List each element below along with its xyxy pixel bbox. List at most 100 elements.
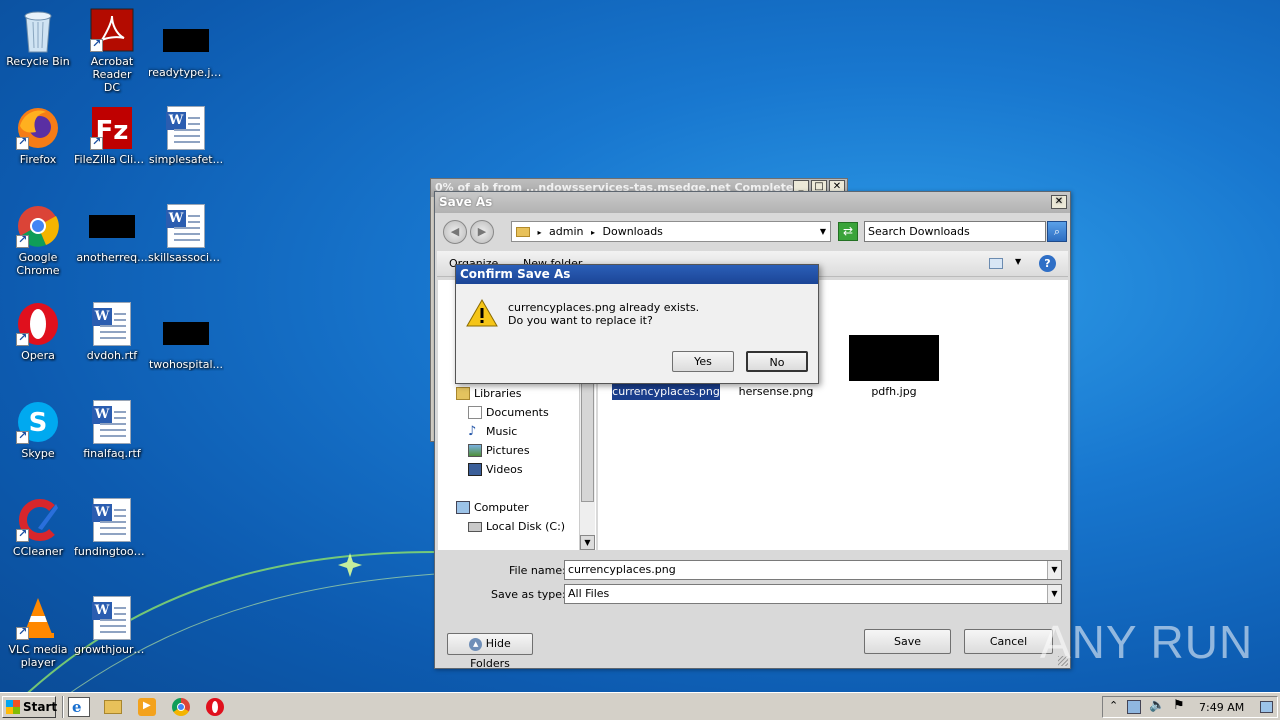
desktop-icon-recycle-bin[interactable]: Recycle Bin bbox=[0, 8, 76, 68]
window-title-bar[interactable]: Save As ✕ bbox=[435, 192, 1070, 213]
no-button[interactable]: No bbox=[746, 351, 808, 372]
desktop-icon-skillsassocia[interactable]: W skillsassocia... bbox=[148, 204, 224, 264]
desktop-icon-ccleaner[interactable]: CCleaner bbox=[0, 498, 76, 558]
shortcut-arrow-icon bbox=[16, 625, 29, 640]
desktop-icon-acrobat[interactable]: Acrobat Reader DC bbox=[74, 8, 150, 94]
documents-icon bbox=[468, 406, 482, 419]
show-hidden-icons-icon[interactable]: ⌃ bbox=[1109, 699, 1118, 712]
desktop-icon-label: growthjourn... bbox=[74, 643, 150, 656]
word-doc-icon: W bbox=[92, 596, 131, 640]
chevron-down-icon[interactable]: ▼ bbox=[1047, 585, 1061, 603]
search-input[interactable]: Search Downloads bbox=[864, 221, 1046, 242]
nav-libraries[interactable]: Libraries bbox=[456, 387, 522, 400]
internet-explorer-icon[interactable]: e bbox=[68, 697, 90, 717]
refresh-button[interactable]: ⇄ bbox=[838, 222, 858, 241]
nav-music[interactable]: ♪ Music bbox=[468, 425, 517, 438]
desktop-icon-finalfaq[interactable]: W finalfaq.rtf bbox=[74, 400, 150, 460]
chevron-down-icon[interactable]: ▼ bbox=[1015, 257, 1021, 266]
network-icon[interactable] bbox=[1127, 700, 1141, 714]
shortcut-arrow-icon bbox=[16, 331, 29, 346]
help-icon[interactable]: ? bbox=[1039, 255, 1056, 272]
save-as-type-label: Save as type: bbox=[491, 588, 566, 601]
desktop-icon-twohospital[interactable]: twohospital... bbox=[148, 302, 224, 371]
confirm-save-as-dialog: Confirm Save As currencyplaces.png alrea… bbox=[455, 264, 819, 384]
desktop-icon-dvdoh[interactable]: W dvdoh.rtf bbox=[74, 302, 150, 362]
desktop-icon-label: anotherreq... bbox=[76, 251, 148, 264]
desktop-icon-vlc[interactable]: VLC media player bbox=[0, 596, 76, 669]
desktop-icon-firefox[interactable]: Firefox bbox=[0, 106, 76, 166]
desktop-icon-chrome[interactable]: Google Chrome bbox=[0, 204, 76, 277]
show-desktop-icon[interactable] bbox=[1260, 701, 1273, 713]
volume-icon[interactable]: 🔈 bbox=[1149, 698, 1165, 713]
arrow-right-icon: ▶ bbox=[477, 225, 487, 238]
media-player-icon[interactable]: ▶ bbox=[138, 698, 156, 716]
refresh-icon: ⇄ bbox=[842, 224, 854, 238]
desktop-icon-opera[interactable]: Opera bbox=[0, 302, 76, 362]
nav-documents[interactable]: Documents bbox=[468, 406, 549, 419]
shortcut-arrow-icon bbox=[16, 429, 29, 444]
save-button[interactable]: Save bbox=[864, 629, 951, 654]
nav-local-disk[interactable]: Local Disk (C:) bbox=[468, 520, 565, 533]
view-icon[interactable] bbox=[989, 258, 1003, 269]
search-icon: ⌕ bbox=[1053, 225, 1061, 238]
file-name-field[interactable]: currencyplaces.png ▼ bbox=[564, 560, 1062, 580]
desktop-icon-label: finalfaq.rtf bbox=[83, 447, 141, 460]
desktop-icon-filezilla[interactable]: Fz FileZilla Client bbox=[74, 106, 150, 166]
music-icon: ♪ bbox=[468, 424, 477, 439]
file-thumbnail bbox=[849, 335, 939, 381]
desktop-icon-fundingtook[interactable]: W fundingtook... bbox=[74, 498, 150, 558]
word-doc-icon: W bbox=[92, 302, 131, 346]
nav-videos[interactable]: Videos bbox=[468, 463, 523, 476]
anyrun-watermark: ANY RUN bbox=[1040, 612, 1253, 672]
chevron-down-icon[interactable]: ▼ bbox=[1047, 561, 1061, 579]
breadcrumb-admin[interactable]: admin bbox=[549, 225, 583, 238]
nav-label: Documents bbox=[486, 406, 549, 419]
desktop-icon-anotherreq[interactable]: anotherreq... bbox=[74, 204, 150, 264]
scroll-down-button[interactable]: ▼ bbox=[580, 535, 595, 550]
hide-folders-button[interactable]: ▲ Hide Folders bbox=[447, 633, 533, 670]
file-name: hersense.png bbox=[738, 385, 814, 398]
address-bar[interactable]: ▸ admin ▸ Downloads ▼ bbox=[511, 221, 831, 242]
word-doc-icon: W bbox=[92, 498, 131, 542]
window-title-bar[interactable]: Confirm Save As bbox=[456, 265, 818, 284]
search-placeholder: Search Downloads bbox=[868, 225, 970, 238]
arrow-left-icon: ◀ bbox=[450, 225, 460, 238]
desktop-icon-label: skillsassocia... bbox=[148, 251, 224, 264]
desktop-icon-label: Acrobat Reader DC bbox=[90, 55, 134, 94]
desktop-icon-label: Skype bbox=[21, 447, 55, 460]
clock[interactable]: 7:49 AM bbox=[1199, 701, 1244, 714]
start-label: Start bbox=[23, 700, 58, 714]
chrome-taskbar-icon[interactable] bbox=[172, 698, 190, 716]
start-button[interactable]: Start bbox=[2, 696, 58, 718]
nav-pictures[interactable]: Pictures bbox=[468, 444, 530, 457]
desktop-icon-label: Google Chrome bbox=[16, 251, 60, 277]
breadcrumb-downloads[interactable]: Downloads bbox=[603, 225, 663, 238]
shortcut-arrow-icon bbox=[90, 135, 103, 150]
file-explorer-icon[interactable] bbox=[104, 700, 122, 714]
back-button[interactable]: ◀ bbox=[443, 220, 467, 244]
chevron-down-icon[interactable]: ▼ bbox=[820, 222, 826, 241]
desktop-icon-label: Recycle Bin bbox=[6, 55, 70, 68]
nav-label: Videos bbox=[486, 463, 523, 476]
system-tray: ⌃ 🔈 ⚑ 7:49 AM bbox=[1102, 696, 1278, 718]
forward-button[interactable]: ▶ bbox=[470, 220, 494, 244]
desktop-icon-label: readytype.jpg bbox=[148, 66, 224, 79]
desktop-icon-label: simplesafet... bbox=[148, 153, 224, 166]
message-line-2: Do you want to replace it? bbox=[508, 314, 653, 327]
save-as-type-select[interactable]: All Files ▼ bbox=[564, 584, 1062, 604]
opera-taskbar-icon[interactable] bbox=[206, 698, 224, 716]
desktop-icon-skype[interactable]: S Skype bbox=[0, 400, 76, 460]
desktop-icon-simplesafet[interactable]: W simplesafet... bbox=[148, 106, 224, 166]
file-item[interactable]: pdfh.jpg bbox=[844, 335, 944, 399]
desktop-icon-label: Opera bbox=[21, 349, 55, 362]
nav-computer[interactable]: Computer bbox=[456, 501, 529, 514]
close-button[interactable]: ✕ bbox=[1051, 195, 1067, 209]
search-button[interactable]: ⌕ bbox=[1047, 221, 1067, 242]
word-doc-icon: W bbox=[92, 400, 131, 444]
desktop-icon-readytype[interactable]: readytype.jpg bbox=[148, 8, 224, 79]
desktop-icon-growthjourn[interactable]: W growthjourn... bbox=[74, 596, 150, 656]
yes-button[interactable]: Yes bbox=[672, 351, 734, 372]
svg-text:S: S bbox=[29, 408, 48, 438]
desktop-icon-label: VLC media player bbox=[8, 643, 68, 669]
action-center-icon[interactable]: ⚑ bbox=[1173, 698, 1185, 713]
